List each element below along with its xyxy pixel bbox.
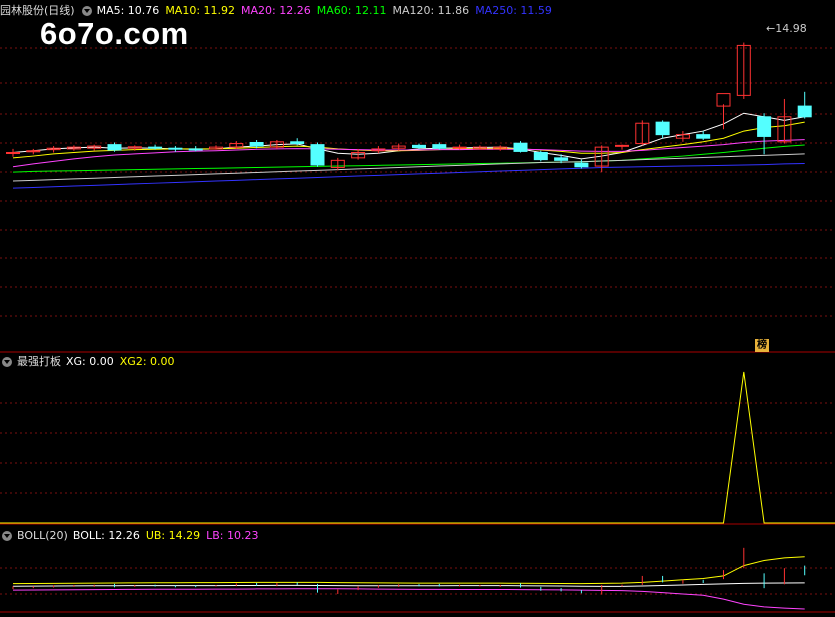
candle-body: [655, 121, 670, 136]
candle-body: [188, 148, 203, 151]
xg-value-1: XG2: 0.00: [119, 355, 175, 368]
panel-toggle-icon[interactable]: [81, 6, 92, 16]
leaderboard-badge[interactable]: 榜: [755, 339, 769, 352]
xg-value-0: XG: 0.00: [66, 355, 114, 368]
candle-body: [757, 116, 772, 137]
panel-toggle-icon[interactable]: [2, 357, 12, 367]
boll-value-0: BOLL: 12.26: [72, 529, 140, 542]
watermark: 6o7o.com: [40, 16, 189, 51]
boll-value-1: UB: 14.29: [145, 529, 201, 542]
candle-body: [615, 144, 629, 147]
boll-panel-header: BOLL(20) BOLL: 12.26 UB: 14.29 LB: 10.23: [0, 527, 259, 545]
ma-line-ma10: [12, 121, 805, 159]
boll-lb-line: [12, 588, 805, 610]
boll-value-2: LB: 10.23: [206, 529, 259, 542]
chart-canvas: [0, 42, 835, 613]
ma-value-4: MA120: 11.86: [392, 4, 470, 17]
ma-line-ma120: [12, 153, 805, 182]
candle-body: [716, 93, 731, 107]
candle-body: [696, 134, 711, 139]
high-price-arrow: ←: [766, 22, 776, 35]
candle-body: [533, 151, 548, 161]
boll-indicator-values: BOLL: 12.26 UB: 14.29 LB: 10.23: [73, 527, 259, 545]
high-price-label: ←14.98: [766, 22, 807, 35]
candle-body: [513, 142, 528, 152]
xg-indicator-values: XG: 0.00 XG2: 0.00: [66, 353, 175, 371]
candle-body: [452, 146, 467, 149]
candle-body: [249, 141, 264, 147]
xg-panel-header: 最强打板 XG: 0.00 XG2: 0.00: [0, 353, 175, 371]
candle-body: [554, 157, 569, 161]
candle-body: [148, 146, 163, 149]
candle-body: [290, 141, 305, 145]
candle-body: [168, 147, 183, 150]
ma-value-3: MA60: 12.11: [316, 4, 387, 17]
boll-ub-line: [12, 556, 805, 585]
xg-signal-line: [0, 371, 835, 524]
candle-body: [412, 144, 426, 148]
ma-value-5: MA250: 11.59: [475, 4, 552, 17]
candle-body: [310, 144, 325, 166]
xg-panel-title: 最强打板: [17, 355, 61, 368]
candle-body: [6, 151, 20, 154]
boll-panel-title: BOLL(20): [17, 529, 68, 542]
candle-body: [107, 144, 122, 151]
candle-body: [797, 105, 812, 118]
panel-toggle-icon[interactable]: [2, 531, 12, 541]
candle-body: [574, 162, 589, 168]
high-price-value: 14.98: [775, 22, 807, 35]
ma-value-2: MA20: 12.26: [241, 4, 311, 17]
ma-line-ma5: [12, 112, 805, 160]
candle-body: [432, 144, 447, 149]
